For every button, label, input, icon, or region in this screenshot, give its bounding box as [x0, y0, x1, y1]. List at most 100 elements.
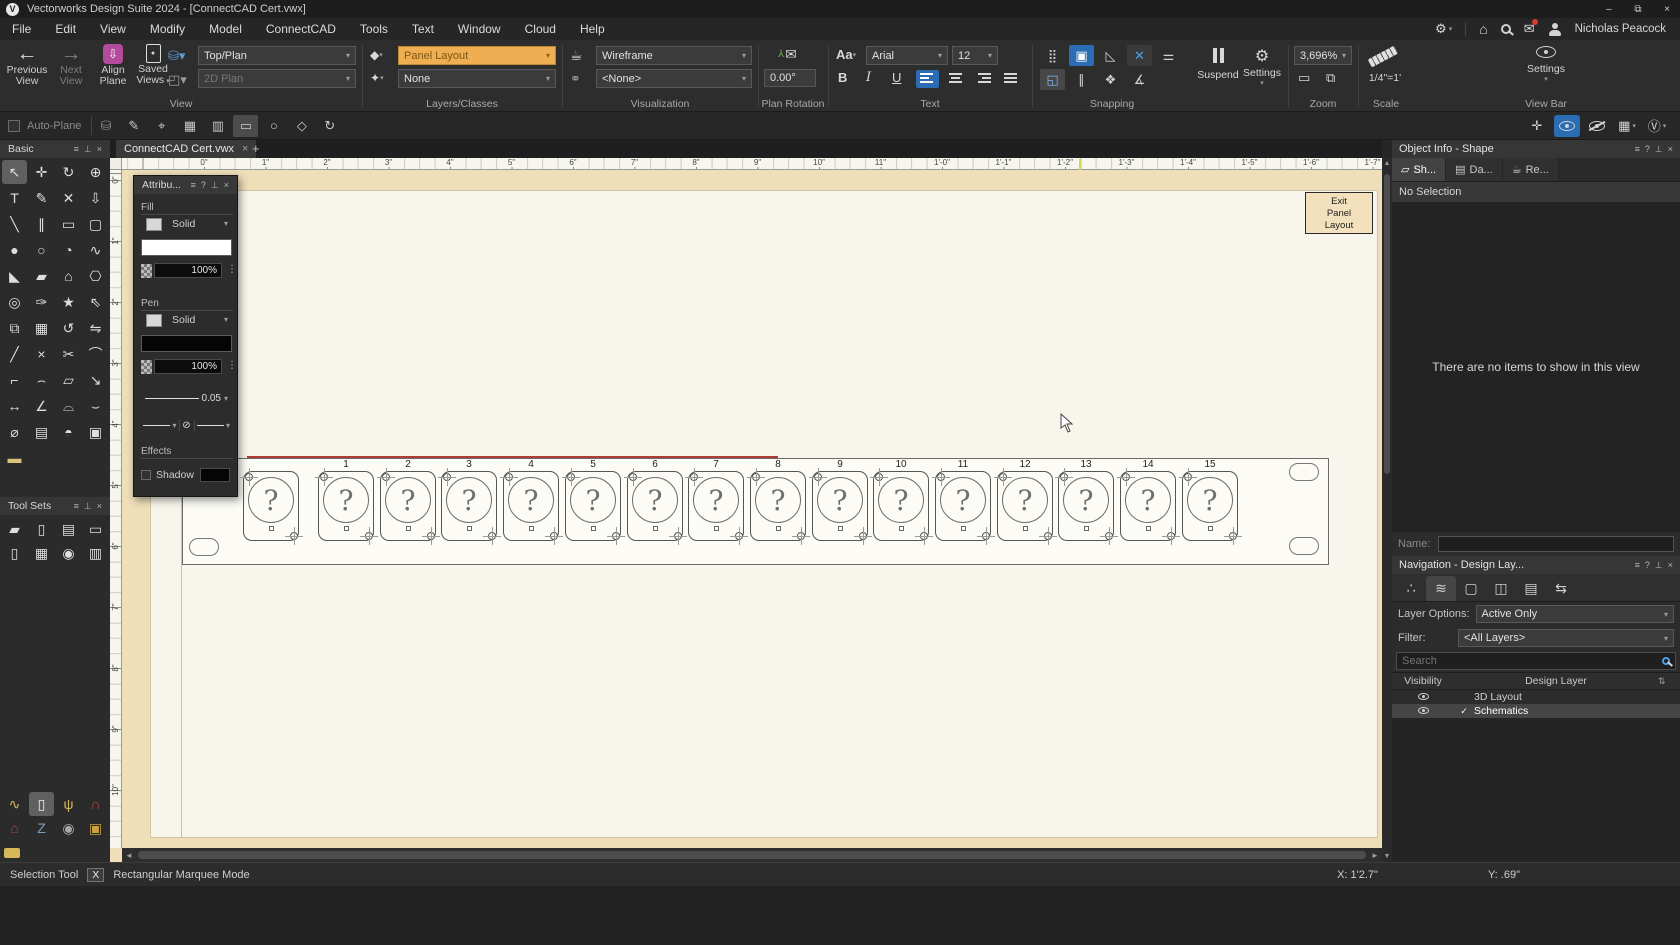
double-line-tool-icon[interactable]: ∥: [29, 212, 54, 236]
spiral-tool-icon[interactable]: ◎: [2, 290, 27, 314]
circle-tool-icon[interactable]: ●: [2, 238, 27, 262]
point-on-edge-snap-icon[interactable]: ❖: [1098, 69, 1123, 90]
layer-row-3d-layout[interactable]: 3D Layout: [1392, 690, 1680, 704]
panel-layout-drawing[interactable]: ? 1? 2? 3? 4? 5? 6? 7? 8? 9? 10? 11? 12? 13? 14? 15?: [110, 158, 1382, 862]
palette-pin-icon[interactable]: ⊥: [84, 144, 92, 155]
design-layer-column-header[interactable]: Design Layer: [1454, 675, 1658, 687]
select-similar-tool-icon[interactable]: ⇖: [83, 290, 108, 314]
line-tool-icon[interactable]: ╲: [2, 212, 27, 236]
layer-plane-icon[interactable]: ⛁▾: [168, 48, 185, 64]
tool-sets-palette-header[interactable]: Tool Sets ≡ ⊥ ×: [0, 497, 110, 515]
pen-opacity-menu-icon[interactable]: ⋮: [227, 360, 237, 371]
console-desk-tool-icon[interactable]: ▥: [83, 541, 108, 565]
sheet-layers-tab-icon[interactable]: ▢: [1456, 576, 1486, 601]
next-view-button[interactable]: → Next View: [50, 43, 92, 87]
connector-10[interactable]: 10?: [870, 459, 933, 545]
connector-9[interactable]: 9?: [809, 459, 872, 545]
fit-to-page-icon[interactable]: ▭: [1298, 70, 1310, 86]
visibility-eye-icon[interactable]: [1392, 691, 1454, 703]
drawing-canvas[interactable]: 0" 1" 2" 3" 4" 5" 6" 7" 8" 9" 10" 11" 1'-0" 1'-1" 1'-2…: [110, 158, 1382, 862]
partial-tool-icon[interactable]: [4, 848, 20, 858]
zoom-level-select[interactable]: 3,696% ▾: [1294, 46, 1352, 65]
snap-loupe-icon[interactable]: ◱: [1040, 69, 1065, 90]
mirror-tool-icon[interactable]: ⇋: [83, 316, 108, 340]
workspace-gear-icon[interactable]: ⚙ ▾: [1435, 21, 1452, 37]
render-mode-select[interactable]: Wireframe ▾: [596, 46, 752, 65]
pan-view-icon[interactable]: ✛: [1524, 115, 1550, 137]
connect-combine-tool-icon[interactable]: ↘: [83, 368, 108, 392]
palette-close-icon[interactable]: ×: [97, 501, 102, 512]
cable-tool-icon[interactable]: ∿: [2, 792, 27, 816]
pen-swatch-button[interactable]: [146, 314, 162, 327]
rotate-mode-icon[interactable]: ↻: [317, 115, 342, 137]
name-input[interactable]: [1438, 536, 1674, 552]
oval-marquee-mode-icon[interactable]: ○: [261, 114, 286, 136]
attribute-mapping-tool-icon[interactable]: ▬: [2, 446, 27, 470]
palette-menu-icon[interactable]: ≡: [191, 180, 196, 191]
panel-close-icon[interactable]: ×: [1668, 560, 1673, 571]
rectangle-tool-icon[interactable]: ▭: [56, 212, 81, 236]
minimize-button[interactable]: –: [1596, 0, 1622, 18]
shear-tool-icon[interactable]: ╱: [2, 342, 27, 366]
arc-length-dimension-tool-icon[interactable]: ⌓: [56, 394, 81, 418]
new-object-icon[interactable]: ▦ ▾: [1614, 115, 1640, 137]
linear-dimension-tool-icon[interactable]: ↔: [2, 394, 27, 418]
rectangular-marquee-mode-icon[interactable]: ▭: [233, 114, 259, 137]
menu-file[interactable]: File: [0, 19, 43, 39]
auto-plane-checkbox[interactable]: [8, 119, 20, 132]
zoom-tool-icon[interactable]: ⊕: [83, 160, 108, 184]
document-tab[interactable]: ConnectCAD Cert.vwx ×: [116, 140, 257, 158]
menu-connectcad[interactable]: ConnectCAD: [254, 19, 348, 39]
active-layer-select[interactable]: Panel Layout ▾: [398, 46, 556, 65]
connector-14[interactable]: 14?: [1117, 459, 1180, 545]
mounting-slot[interactable]: [1289, 537, 1319, 555]
fit-to-objects-icon[interactable]: ⧉: [1326, 70, 1335, 86]
pen-style-select[interactable]: Solid: [172, 314, 195, 326]
scroll-up-icon[interactable]: ▲: [1382, 160, 1392, 167]
splitter-tool-icon[interactable]: ψ: [56, 792, 81, 816]
panel-close-icon[interactable]: ×: [1668, 144, 1673, 155]
equipment-rack-tool-icon[interactable]: ▯: [2, 541, 27, 565]
fill-style-arrow-icon[interactable]: ▾: [224, 219, 228, 228]
drawer-unit-tool-icon[interactable]: ▦: [29, 541, 54, 565]
connector-15[interactable]: 15?: [1179, 459, 1242, 545]
horizontal-scroll-thumb[interactable]: [138, 851, 1366, 859]
cells-mode-icon[interactable]: ▥: [205, 115, 230, 137]
user-name[interactable]: Nicholas Peacock: [1575, 23, 1666, 35]
grid-mode-icon[interactable]: ▦: [177, 115, 202, 137]
grid-snap-icon[interactable]: ⣿: [1040, 45, 1065, 66]
z-fold-tool-icon[interactable]: Z: [29, 816, 54, 840]
projection-select[interactable]: Top/Plan ▾: [198, 46, 356, 65]
vertical-scroll-thumb[interactable]: [1384, 174, 1390, 474]
tab-data[interactable]: ▤ Da...: [1446, 158, 1503, 181]
plan-2d-select[interactable]: 2D Plan ▾: [198, 69, 356, 88]
close-button[interactable]: ×: [1654, 0, 1680, 18]
palette-pin-icon[interactable]: ⊥: [211, 180, 219, 191]
reshape-tool-icon[interactable]: ▦: [29, 316, 54, 340]
exit-panel-layout-button[interactable]: Exit Panel Layout: [1305, 192, 1373, 234]
align-plane-button[interactable]: ⇩ Align Plane: [92, 43, 134, 87]
line-type-select[interactable]: ▾: [141, 421, 179, 430]
visibility-on-icon[interactable]: [1554, 114, 1580, 137]
polyline-tool-icon[interactable]: ▰: [29, 264, 54, 288]
connector-2[interactable]: 2?: [377, 459, 440, 545]
arc-corner-tool-icon[interactable]: ⌢: [29, 368, 54, 392]
shadow-color-swatch[interactable]: [199, 468, 230, 482]
pan-tool-icon[interactable]: ✛: [29, 160, 54, 184]
scroll-left-icon[interactable]: ◄: [122, 851, 136, 860]
shadow-menu-icon[interactable]: ⋮: [235, 470, 245, 481]
classes-icon[interactable]: ✦ ▾: [370, 71, 384, 85]
push-pull-tool-icon[interactable]: ⇩: [83, 186, 108, 210]
curved-dimension-tool-icon[interactable]: ⌣: [83, 394, 108, 418]
protractor-tool-icon[interactable]: ◓: [56, 420, 81, 444]
tangent-snap-icon[interactable]: ∥: [1069, 69, 1094, 90]
shadow-checkbox[interactable]: [141, 470, 151, 480]
oval-tool-icon[interactable]: ○: [29, 238, 54, 262]
maximize-button[interactable]: ⧉: [1625, 0, 1651, 18]
stamp-tool-icon[interactable]: ▣: [83, 420, 108, 444]
new-tab-button[interactable]: +: [252, 141, 260, 156]
home-icon[interactable]: ⌂: [1479, 21, 1487, 37]
connector-11[interactable]: 11?: [932, 459, 995, 545]
scale-value[interactable]: 1/4"=1': [1360, 72, 1410, 84]
eraser-tool-icon[interactable]: ▱: [56, 368, 81, 392]
